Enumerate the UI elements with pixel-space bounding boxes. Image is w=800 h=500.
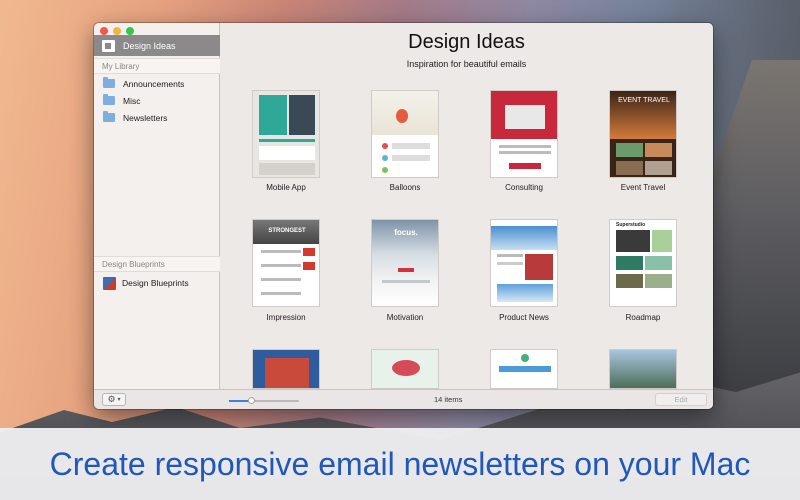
app-window: Design Ideas My Library Announcements Mi…	[94, 23, 713, 409]
my-library-heading: My Library	[94, 58, 220, 74]
sidebar-item-label: Announcements	[123, 78, 185, 89]
template-thumbnail[interactable]	[371, 349, 439, 389]
page-title: Design Ideas	[408, 31, 525, 53]
thumb-title: STRONGEST	[268, 228, 306, 234]
sidebar-item-design-blueprints[interactable]: Design Blueprints	[94, 274, 220, 292]
folder-icon	[103, 111, 115, 122]
sidebar-item-misc[interactable]: Misc	[94, 92, 220, 109]
template-label: Balloons	[389, 183, 421, 192]
template-thumbnail[interactable]	[252, 349, 320, 389]
template-thumbnail-mobile-app[interactable]	[252, 90, 320, 178]
sidebar-item-design-ideas[interactable]: Design Ideas	[94, 35, 220, 56]
template-thumbnail-event-travel[interactable]: EVENT TRAVEL	[609, 90, 677, 178]
banner-text: Create responsive email newsletters on y…	[49, 445, 751, 482]
template-thumbnail-consulting[interactable]	[490, 90, 558, 178]
close-window-button[interactable]	[100, 27, 108, 35]
template-label: Consulting	[505, 183, 543, 192]
template-label: Event Travel	[620, 183, 666, 192]
sidebar-item-label: Misc	[123, 95, 141, 106]
thumb-title: EVENT TRAVEL	[618, 97, 670, 104]
template-thumbnail-product-news[interactable]	[490, 219, 558, 307]
item-count: 14 items	[434, 395, 463, 404]
sidebar-item-newsletters[interactable]: Newsletters	[94, 109, 220, 126]
sidebar-item-label: Design Ideas	[123, 40, 176, 51]
template-gallery: Design Ideas Inspiration for beautiful e…	[220, 23, 713, 389]
template-thumbnail[interactable]	[490, 349, 558, 389]
sidebar: Design Ideas My Library Announcements Mi…	[94, 23, 220, 389]
thumb-title: Superstudio	[616, 222, 646, 228]
template-label: Mobile App	[266, 183, 306, 192]
blueprint-icon	[103, 276, 116, 290]
zoom-slider-knob[interactable]	[248, 397, 256, 404]
settings-menu-button[interactable]: ⚙ ▾	[102, 393, 126, 406]
template-icon	[102, 39, 115, 52]
template-label: Roadmap	[625, 313, 661, 322]
folder-icon	[103, 77, 115, 88]
template-thumbnail-impression[interactable]: STRONGEST	[252, 219, 320, 307]
page-subtitle: Inspiration for beautiful emails	[406, 59, 527, 69]
thumb-title: focus.	[394, 228, 418, 237]
chevron-down-icon: ▾	[117, 397, 121, 403]
edit-button[interactable]: Edit	[655, 393, 707, 406]
sidebar-item-label: Newsletters	[123, 112, 168, 123]
template-thumbnail[interactable]	[609, 349, 677, 389]
template-label: Product News	[499, 313, 549, 322]
bottom-toolbar: ⚙ ▾ 14 items Edit	[94, 389, 713, 409]
template-label: Impression	[266, 313, 306, 322]
template-label: Motivation	[386, 313, 424, 322]
marketing-banner: Create responsive email newsletters on y…	[0, 428, 800, 500]
zoom-window-button[interactable]	[126, 27, 134, 35]
template-thumbnail-balloons[interactable]	[371, 90, 439, 178]
template-thumbnail-roadmap[interactable]: Superstudio	[609, 219, 677, 307]
zoom-slider[interactable]	[229, 397, 299, 404]
design-blueprints-heading: Design Blueprints	[94, 256, 220, 272]
window-controls	[100, 27, 134, 35]
sidebar-item-label: Design Blueprints	[122, 278, 189, 288]
gear-icon: ⚙	[107, 394, 116, 404]
minimize-window-button[interactable]	[113, 27, 121, 35]
template-thumbnail-motivation[interactable]: focus.	[371, 219, 439, 307]
sidebar-item-announcements[interactable]: Announcements	[94, 75, 220, 92]
folder-icon	[103, 94, 115, 105]
